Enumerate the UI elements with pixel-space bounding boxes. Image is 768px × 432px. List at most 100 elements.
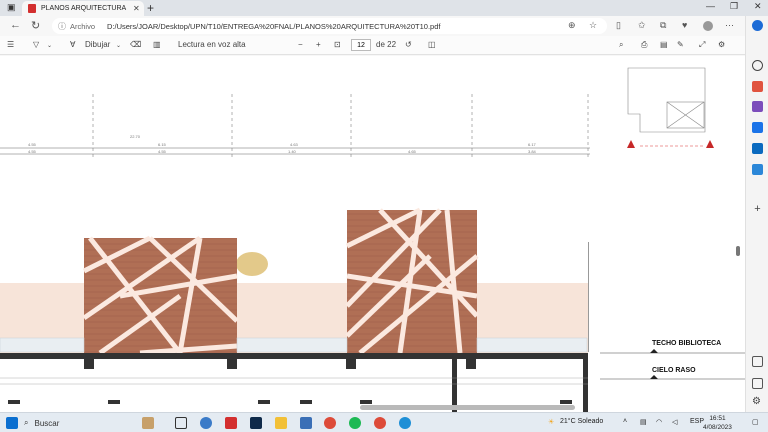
tab-pdf[interactable]: PLANOS ARQUITECTURA T10.pdf ✕ (22, 1, 144, 16)
dimension-label: 3.84 (528, 149, 537, 154)
eraser-icon[interactable]: ⌫ (130, 40, 141, 49)
key-plan (627, 67, 706, 147)
minimize-icon[interactable]: — (706, 1, 715, 11)
bing-chat-icon[interactable] (752, 20, 763, 31)
refresh-icon[interactable]: ↻ (31, 19, 40, 32)
draw-icon[interactable]: ∀ (70, 40, 75, 49)
notifications-icon[interactable]: ▢ (752, 418, 759, 426)
collections-icon[interactable]: ⧉ (660, 20, 666, 31)
profile-avatar[interactable] (703, 21, 713, 31)
sidebar-settings-icon[interactable]: ⚙ (752, 397, 763, 408)
file-explorer-icon[interactable] (275, 417, 287, 429)
search-icon[interactable] (752, 60, 763, 71)
network-icon[interactable]: ▤ (640, 418, 647, 426)
games-icon[interactable] (752, 122, 763, 133)
dimension-label: 6.17 (528, 142, 537, 147)
save-as-icon[interactable]: ✎ (677, 40, 684, 49)
page-total: de 22 (376, 40, 397, 49)
pdf-viewer[interactable]: 4.55 6.15 4.63 6.17 4.55 4.55 1.40 4.65 … (0, 56, 745, 412)
taskbar-search[interactable]: ⌕ Buscar (24, 416, 129, 430)
level-markers (600, 349, 745, 380)
weather-text[interactable]: 21°C Soleado (560, 418, 603, 425)
zoom-icon[interactable]: ⊕ (568, 20, 576, 31)
light-fixtures (8, 400, 572, 404)
url-text: D:/Users/JOAR/Desktop/UPN/T10/ENTREGA%20… (107, 21, 441, 31)
dimension-label: 4.55 (28, 142, 37, 147)
outlook-app-icon[interactable] (300, 417, 312, 429)
edge-icon[interactable] (399, 417, 411, 429)
app-icon[interactable] (200, 417, 212, 429)
search-icon[interactable]: ⌕ (619, 40, 623, 50)
address-label: Archivo (70, 21, 96, 31)
level-label-techo: TECHO BIBLIOTECA (652, 340, 721, 347)
chrome-icon[interactable] (324, 417, 336, 429)
pdf-file-icon (28, 4, 36, 13)
dimension-label: 4.55 (28, 149, 37, 154)
edge-sidebar: + ⚙ (745, 16, 768, 412)
horizontal-scrollbar[interactable] (360, 405, 575, 410)
outlook-icon[interactable] (752, 143, 763, 154)
zoom-in-icon[interactable]: + (316, 40, 321, 49)
chevron-down-icon[interactable]: ⌄ (47, 42, 52, 49)
browser-essentials-icon[interactable]: ♥ (682, 20, 687, 30)
acrobat-icon[interactable] (225, 417, 237, 429)
rotate-icon[interactable]: ↺ (405, 40, 412, 49)
dimension-label: 6.15 (158, 142, 167, 147)
drop-icon[interactable] (752, 164, 763, 175)
fit-page-icon[interactable]: ⊡ (334, 40, 341, 49)
vertical-scrollbar[interactable] (736, 246, 740, 256)
add-icon[interactable]: + (752, 204, 763, 215)
photoshop-icon[interactable] (250, 417, 262, 429)
zoom-out-icon[interactable]: − (298, 40, 303, 49)
date: 4/08/2023 (703, 424, 732, 431)
page-number-input[interactable]: 12 (351, 39, 371, 51)
windows-start-icon[interactable] (6, 417, 18, 429)
info-icon: ⓘ (58, 21, 66, 31)
address-bar-row: ← ↻ ⓘ Archivo D:/Users/JOAR/Desktop/UPN/… (0, 16, 768, 36)
tools-icon[interactable] (752, 101, 763, 112)
page-view-icon[interactable]: ◫ (428, 40, 436, 49)
draw-button[interactable]: Dibujar (85, 40, 110, 49)
news-widget-icon[interactable] (142, 417, 154, 429)
back-icon[interactable]: ← (10, 19, 21, 31)
workspaces-icon[interactable]: ▣ (7, 2, 16, 13)
task-view-icon[interactable] (175, 417, 187, 429)
tab-close-icon[interactable]: ✕ (133, 4, 140, 13)
save-icon[interactable]: ▤ (660, 40, 668, 49)
spotify-icon[interactable] (349, 417, 361, 429)
settings-gear-icon[interactable]: ⚙ (718, 40, 725, 49)
wifi-icon[interactable]: ◠ (656, 418, 662, 426)
tab-title: PLANOS ARQUITECTURA T10.pdf (41, 5, 127, 12)
wood-lattice-panel (345, 207, 479, 355)
columns (84, 353, 588, 412)
address-input[interactable]: ⓘ Archivo D:/Users/JOAR/Desktop/UPN/T10/… (52, 18, 607, 34)
chrome-icon[interactable] (374, 417, 386, 429)
reading-view-icon[interactable]: ▥ (153, 40, 161, 49)
sidebar-layout-icon[interactable] (752, 356, 763, 367)
time: 16:51 (709, 415, 726, 422)
read-aloud-button[interactable]: Lectura en voz alta (178, 40, 246, 49)
section-marker-icon (706, 140, 714, 148)
chevron-down-icon[interactable]: ⌄ (116, 42, 121, 49)
volume-icon[interactable]: ◁ (672, 418, 677, 426)
external-link-icon[interactable] (752, 378, 763, 389)
level-label-cielo: CIELO RASO (652, 367, 696, 374)
chevron-up-icon[interactable]: ˄ (623, 418, 627, 425)
section-marker-icon (627, 140, 635, 148)
favorite-star-icon[interactable]: ☆ (589, 20, 597, 31)
clock[interactable]: 16:51 4/08/2023 (703, 414, 732, 432)
window-close-icon[interactable]: ✕ (754, 1, 762, 12)
maximize-icon[interactable]: ❐ (730, 1, 738, 12)
shopping-tag-icon[interactable] (752, 81, 763, 92)
fullscreen-icon[interactable]: ⤢ (699, 40, 705, 50)
ceiling-grid (0, 377, 588, 385)
favorites-icon[interactable]: ✩ (638, 20, 646, 31)
contents-icon[interactable]: ☰ (7, 40, 14, 49)
new-tab-icon[interactable]: + (147, 1, 154, 15)
more-menu-icon[interactable]: ⋯ (725, 20, 734, 31)
highlight-icon[interactable]: ▽ (33, 40, 39, 49)
split-screen-icon[interactable]: ▯ (616, 20, 621, 31)
wood-lattice-panel (82, 235, 239, 356)
print-icon[interactable]: ⎙ (641, 40, 647, 50)
language-indicator[interactable]: ESP (690, 418, 704, 425)
